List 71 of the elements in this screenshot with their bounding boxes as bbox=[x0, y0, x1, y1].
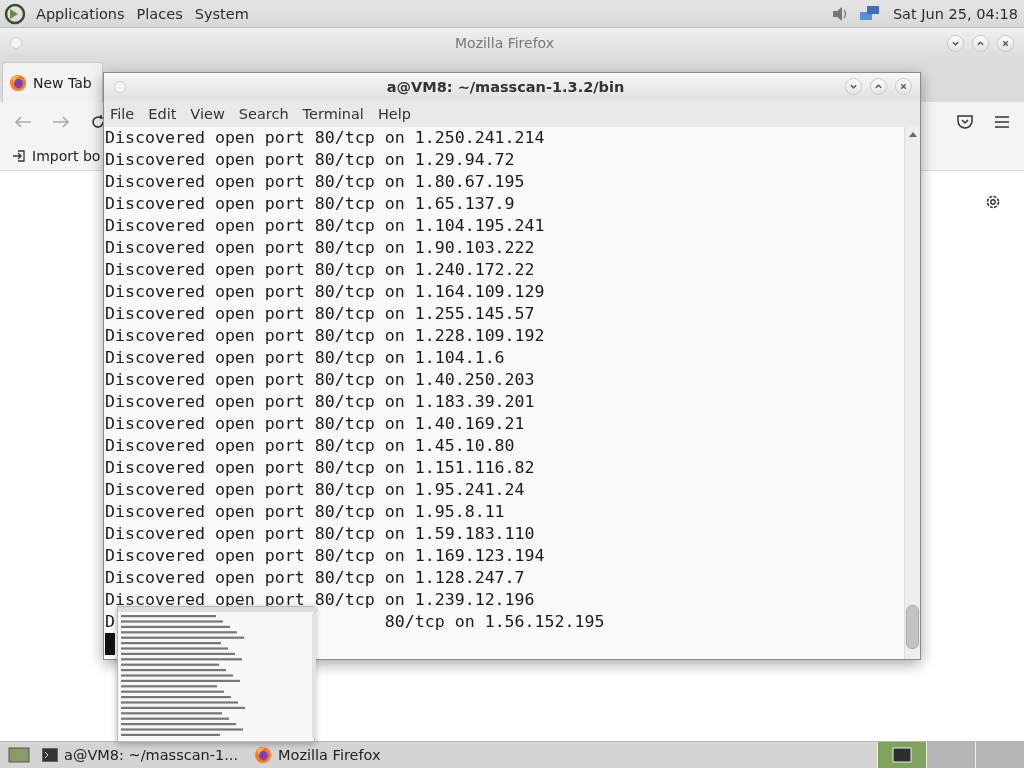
scroll-up-arrow-icon bbox=[908, 131, 917, 137]
menu-item[interactable]: Terminal bbox=[302, 105, 364, 122]
terminal-line: Discovered open port 80/tcp on 1.240.172.22 bbox=[105, 259, 535, 281]
workspace-switcher[interactable] bbox=[877, 742, 926, 768]
terminal-line: Discovered open port 80/tcp on 1.255.145.57 bbox=[105, 303, 535, 325]
terminal-line: Discovered open port 80/tcp on 1.151.116.82 bbox=[105, 457, 535, 479]
terminal-line: Discovered open port 80/tcp on 1.164.109.129 bbox=[105, 281, 545, 303]
terminal-line: Discovered open port 80/tcp on 1.104.1.6 bbox=[105, 347, 505, 369]
menu-item[interactable]: Search bbox=[238, 105, 289, 122]
reload-icon[interactable] bbox=[90, 114, 106, 130]
firefox-icon bbox=[254, 746, 273, 764]
menu-item[interactable]: View bbox=[190, 105, 225, 122]
chevron-up-icon bbox=[874, 82, 883, 91]
firefox-icon bbox=[9, 73, 27, 92]
terminal-line: Discovered open port 80/tcp on 1.250.241.214 bbox=[105, 127, 545, 149]
clock[interactable]: Sat Jun 25, 04:18 bbox=[892, 5, 1018, 22]
window-title: a@VM8: ~/masscan-1.3.2/bin bbox=[385, 78, 626, 95]
bookmark-item[interactable]: Import bo bbox=[32, 148, 101, 164]
terminal-icon bbox=[892, 747, 912, 763]
settings-icon[interactable] bbox=[984, 193, 1002, 211]
panel-menu[interactable]: Applications bbox=[34, 5, 127, 22]
maximize-button[interactable] bbox=[870, 78, 887, 95]
terminal-line: Discovered open port 80/tcp on 1.29.94.72 bbox=[105, 149, 515, 171]
terminal-line: Discovered open port 80/tcp on 1.239.12.196 bbox=[105, 589, 535, 611]
terminal-line: Discovered open port 80/tcp on 1.128.247.7 bbox=[105, 567, 525, 589]
scrollbar[interactable] bbox=[904, 127, 920, 659]
workspace-switcher[interactable] bbox=[975, 742, 1024, 768]
terminal-line: Discovered open port 80/tcp on 1.183.39.201 bbox=[105, 391, 535, 413]
terminal-line: Discovered open port 80/tcp on 1.40.250.203 bbox=[105, 369, 535, 391]
terminal-line: Discovered open port 80/tcp on 1.80.67.195 bbox=[105, 171, 525, 193]
chevron-up-icon bbox=[976, 38, 985, 48]
menu-item[interactable]: File bbox=[110, 105, 135, 122]
scrollbar-thumb[interactable] bbox=[906, 605, 919, 649]
chevron-down-icon bbox=[849, 82, 858, 91]
menu-icon[interactable] bbox=[994, 115, 1010, 129]
mint-logo-icon[interactable] bbox=[4, 2, 26, 25]
taskbar-task[interactable]: a@VM8: ~/masscan-1... bbox=[34, 742, 247, 768]
minimize-button[interactable] bbox=[947, 34, 964, 52]
window-dot-icon bbox=[10, 37, 22, 49]
terminal-line: Discovered open port 80/tcp on 1.65.137.9 bbox=[105, 193, 515, 215]
import-icon[interactable] bbox=[12, 149, 26, 163]
menu-item[interactable]: Help bbox=[377, 105, 411, 122]
window-title: Mozilla Firefox bbox=[454, 35, 555, 51]
window-dot-icon bbox=[114, 80, 126, 93]
taskbar-task[interactable]: Mozilla Firefox bbox=[246, 742, 389, 768]
close-icon bbox=[899, 82, 908, 91]
terminal-line: Discovered open port 80/tcp on 1.169.123.194 bbox=[105, 545, 545, 567]
minimize-button[interactable] bbox=[845, 78, 862, 95]
maximize-button[interactable] bbox=[972, 34, 989, 52]
terminal-icon bbox=[42, 748, 58, 762]
panel-menu[interactable]: Places bbox=[134, 5, 185, 22]
terminal-line: Discovered open port 80/tcp on 1.95.8.11 bbox=[105, 501, 505, 523]
terminal-cursor bbox=[105, 633, 115, 655]
terminal-line: Discovered open port 80/tcp on 1.228.109.192 bbox=[105, 325, 545, 347]
panel-menu[interactable]: System bbox=[192, 5, 251, 22]
terminal-line: Discovered open port 80/tcp on 1.104.195.241 bbox=[105, 215, 545, 237]
workspace-switcher[interactable] bbox=[926, 742, 975, 768]
terminal-line: Discovered open port 80/tcp on 1.59.183.110 bbox=[105, 523, 535, 545]
terminal-line: 80/tcp on 1.56.152.195 bbox=[384, 611, 605, 633]
close-button[interactable] bbox=[895, 78, 912, 95]
close-icon bbox=[1001, 38, 1010, 48]
terminal-line: Discovered open port 80/tcp on 1.90.103.222 bbox=[105, 237, 535, 259]
menu-item[interactable]: Edit bbox=[148, 105, 177, 122]
pocket-icon[interactable] bbox=[956, 114, 974, 130]
show-desktop-icon[interactable] bbox=[8, 746, 30, 764]
close-button[interactable] bbox=[997, 34, 1014, 52]
terminal-line: D bbox=[105, 611, 115, 633]
terminal-line: Discovered open port 80/tcp on 1.95.241.24 bbox=[105, 479, 525, 501]
terminal-line: Discovered open port 80/tcp on 1.40.169.21 bbox=[105, 413, 525, 435]
terminal-line: Discovered open port 80/tcp on 1.45.10.80 bbox=[105, 435, 515, 457]
browser-tab[interactable]: New Tab bbox=[2, 62, 103, 102]
